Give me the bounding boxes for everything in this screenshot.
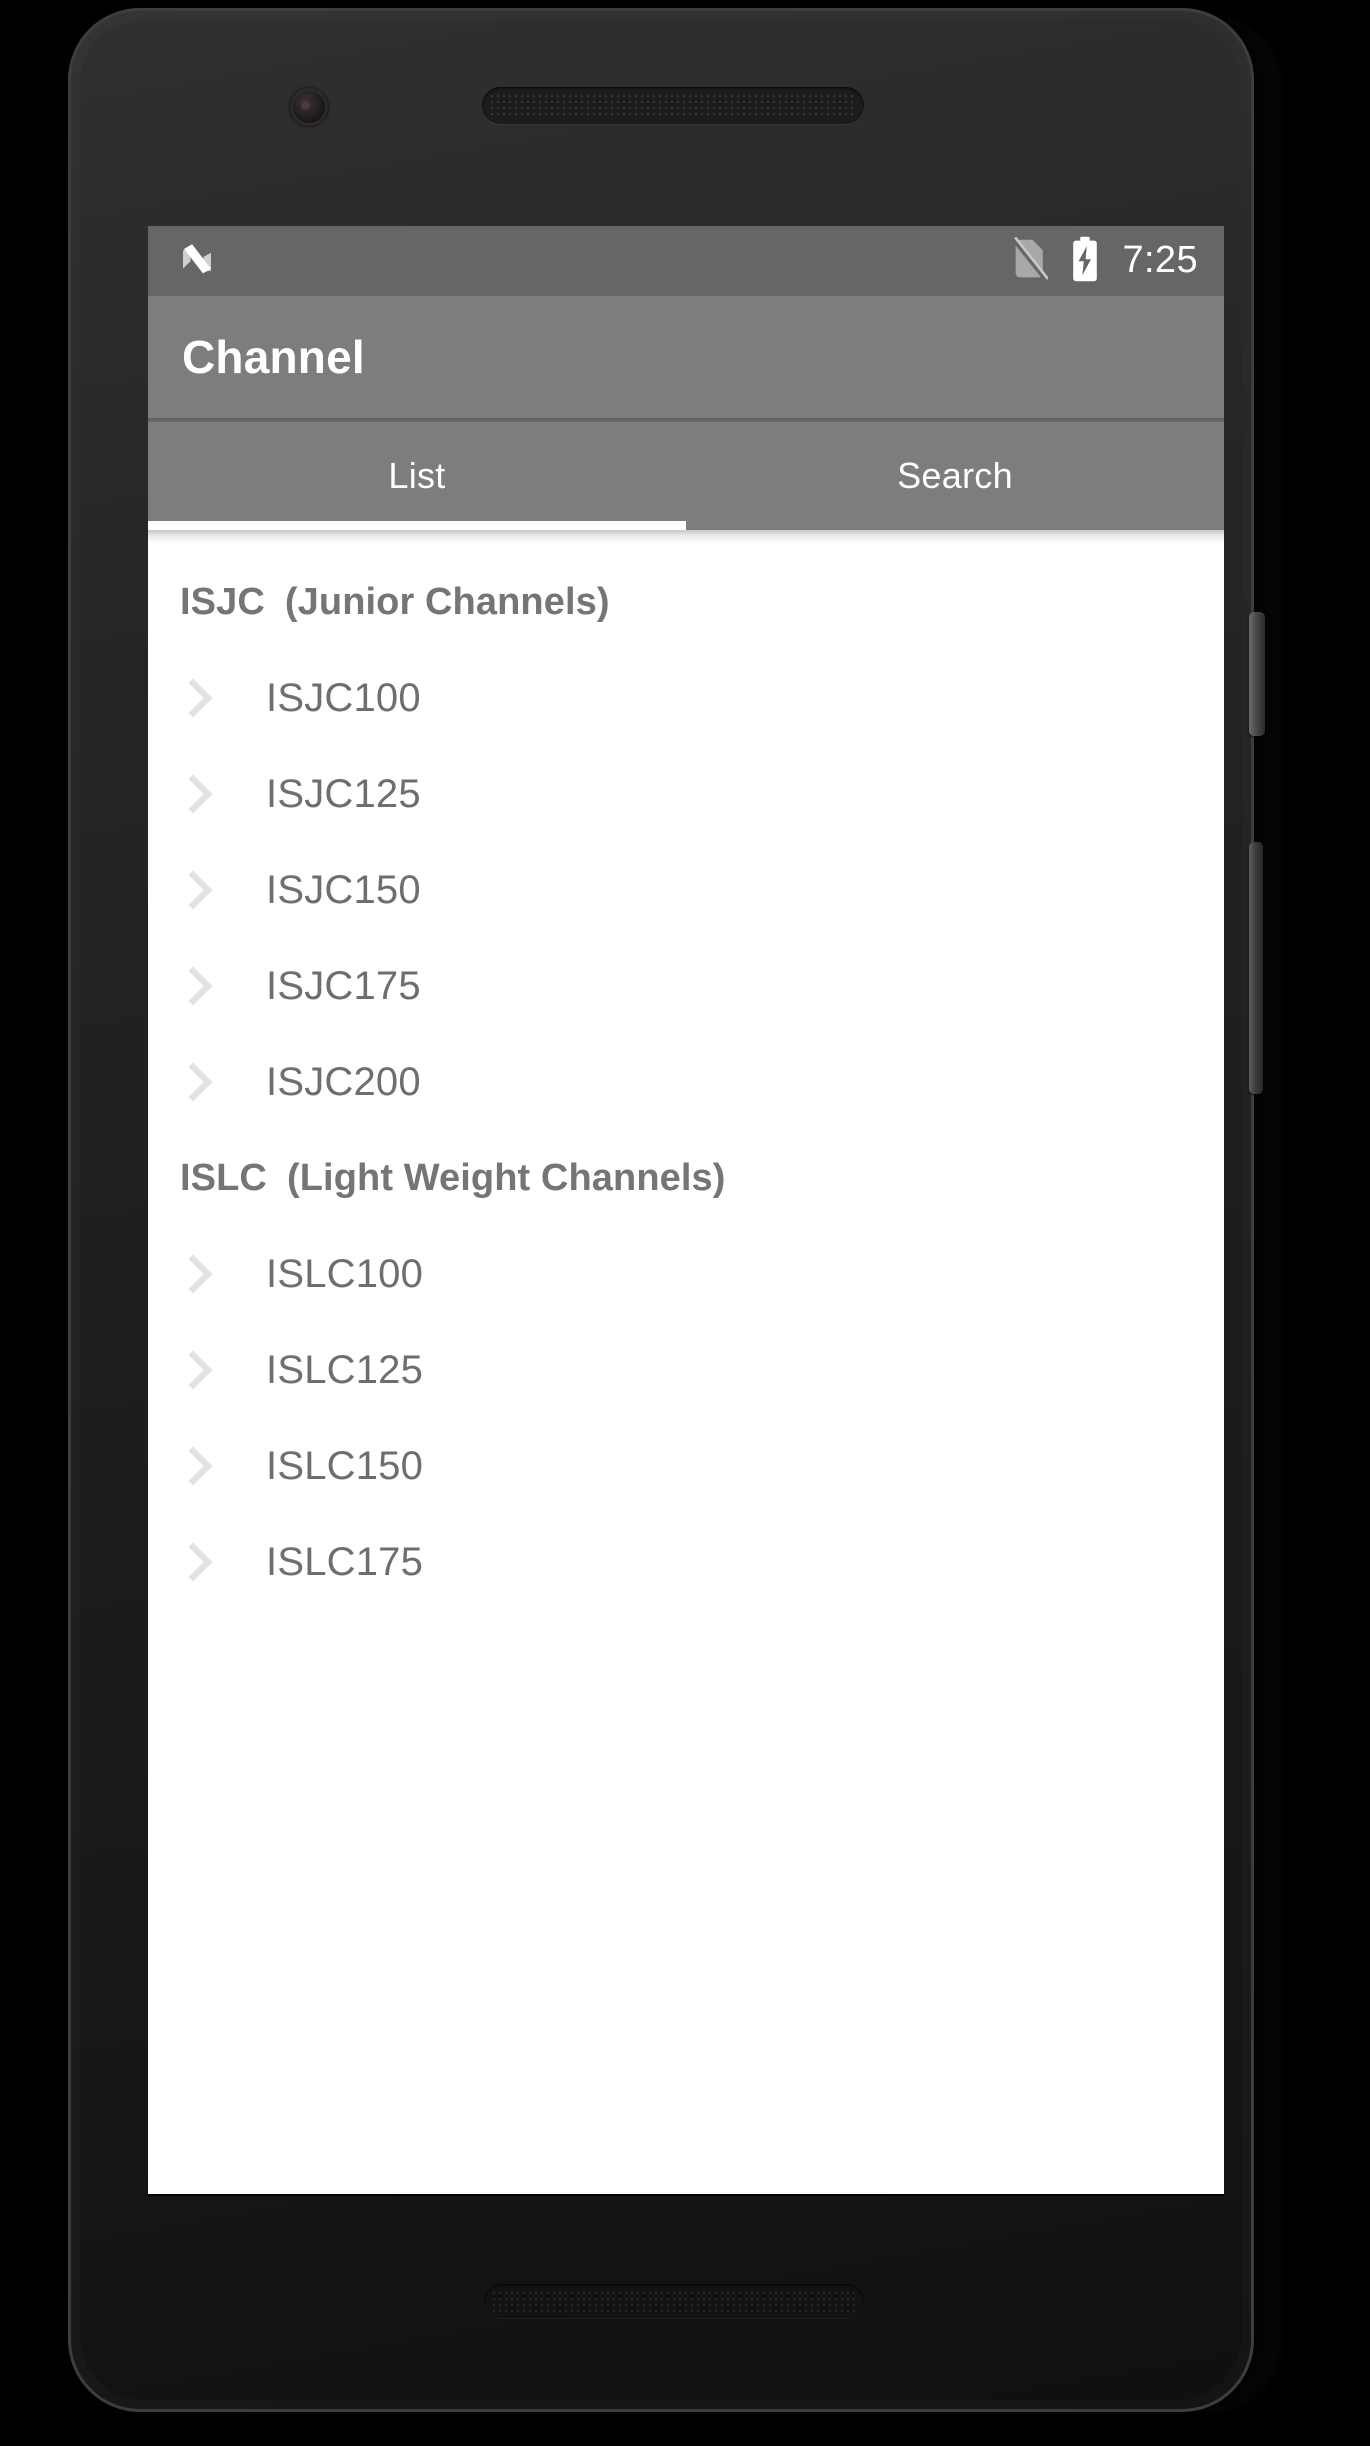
phone-screen: 7:25 Channel List Search ISJC (Junior Ch… — [148, 226, 1224, 2196]
chevron-right-icon — [188, 1350, 238, 1390]
list-item[interactable]: ISLC100 — [148, 1226, 1224, 1322]
list-item[interactable]: ISJC175 — [148, 938, 1224, 1034]
list-item-label: ISLC175 — [266, 1539, 424, 1584]
page-title: Channel — [182, 331, 365, 383]
channel-list: ISJC (Junior Channels) ISJC100 ISJC125 I… — [148, 530, 1224, 2194]
list-item-label: ISJC100 — [266, 675, 421, 720]
chevron-right-icon — [188, 1446, 238, 1486]
list-group-header-isjc: ISJC (Junior Channels) — [148, 530, 1224, 650]
tab-list-label: List — [388, 455, 446, 496]
list-item[interactable]: ISJC100 — [148, 650, 1224, 746]
group-description: (Junior Channels) — [284, 580, 610, 623]
list-item-label: ISLC125 — [266, 1347, 424, 1392]
no-sim-card-icon — [1011, 236, 1050, 286]
list-item[interactable]: ISJC125 — [148, 746, 1224, 842]
list-item[interactable]: ISLC125 — [148, 1322, 1224, 1418]
list-item-label: ISJC200 — [266, 1059, 421, 1104]
chevron-right-icon — [188, 870, 238, 910]
list-item[interactable]: ISJC150 — [148, 842, 1224, 938]
chevron-right-icon — [188, 774, 238, 814]
tab-bar: List Search — [148, 422, 1224, 530]
volume-rocker-button[interactable] — [1249, 842, 1263, 1094]
tab-list[interactable]: List — [148, 422, 686, 530]
status-bar: 7:25 — [148, 226, 1224, 296]
list-item-label: ISLC100 — [266, 1251, 424, 1296]
tab-search[interactable]: Search — [686, 422, 1224, 530]
chevron-right-icon — [188, 1254, 238, 1294]
list-group-header-islc: ISLC (Light Weight Channels) — [148, 1130, 1224, 1226]
battery-charging-icon — [1070, 236, 1100, 287]
list-item-label: ISLC150 — [266, 1443, 424, 1488]
screenshot-root: 7:25 Channel List Search ISJC (Junior Ch… — [0, 0, 1370, 2446]
list-item-label: ISJC150 — [266, 867, 421, 912]
chevron-right-icon — [188, 1062, 238, 1102]
tab-search-label: Search — [897, 455, 1013, 496]
chevron-right-icon — [188, 966, 238, 1006]
group-description: (Light Weight Channels) — [286, 1156, 726, 1199]
status-bar-clock: 7:25 — [1122, 239, 1198, 281]
tab-indicator — [148, 521, 686, 530]
android-navigation-bar — [148, 2194, 1224, 2196]
list-item-label: ISJC125 — [266, 771, 421, 816]
group-code: ISLC — [180, 1156, 267, 1199]
list-item[interactable]: ISJC200 — [148, 1034, 1224, 1130]
list-item-label: ISJC175 — [266, 963, 421, 1008]
status-bar-right: 7:25 — [1011, 236, 1198, 287]
android-nougat-icon — [176, 238, 218, 285]
status-bar-left — [176, 238, 218, 285]
group-code: ISJC — [180, 580, 265, 623]
front-camera-icon — [290, 88, 328, 126]
bottom-speaker-icon — [484, 2284, 864, 2318]
chevron-right-icon — [188, 1542, 238, 1582]
earpiece-speaker-icon — [482, 87, 864, 124]
power-button[interactable] — [1249, 612, 1265, 736]
chevron-right-icon — [188, 678, 238, 718]
list-item[interactable]: ISLC175 — [148, 1514, 1224, 1610]
app-bar: Channel — [148, 296, 1224, 418]
list-item[interactable]: ISLC150 — [148, 1418, 1224, 1514]
